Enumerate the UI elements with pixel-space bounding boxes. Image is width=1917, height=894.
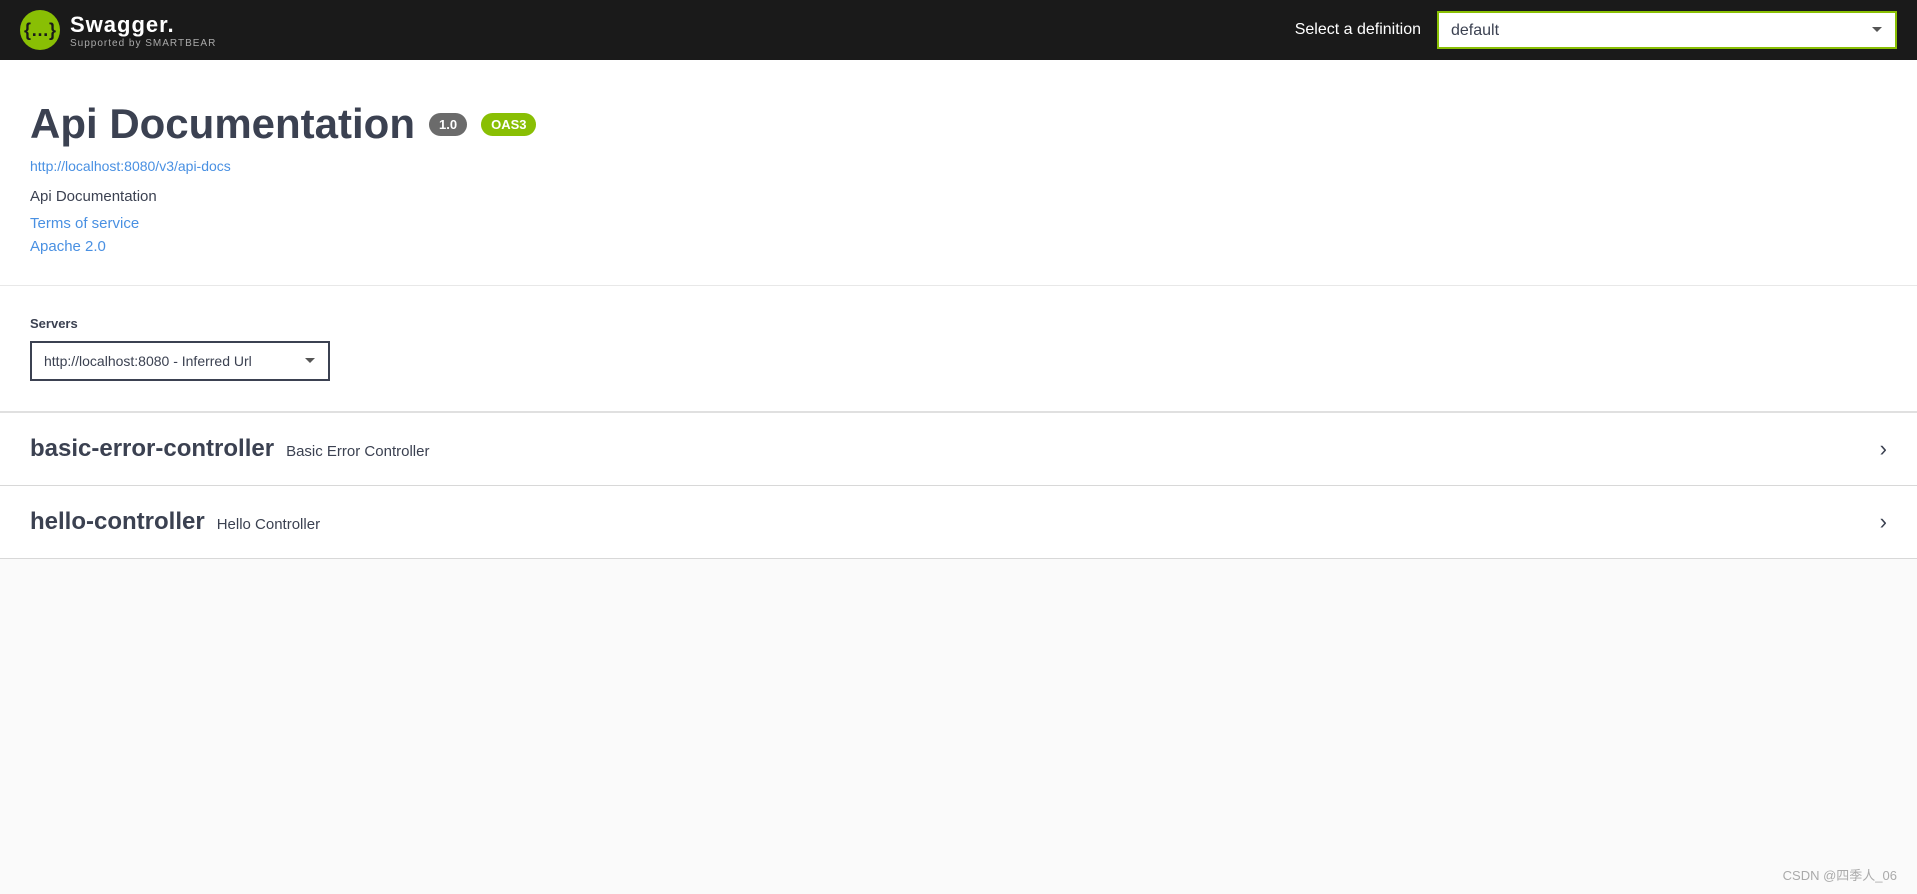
controller-name: basic-error-controller: [30, 435, 274, 463]
logo-text-block: Swagger. Supported by SMARTBEAR: [70, 12, 216, 49]
header: {…} Swagger. Supported by SMARTBEAR Sele…: [0, 0, 1917, 60]
api-url-link[interactable]: http://localhost:8080/v3/api-docs: [30, 158, 1887, 174]
license-link[interactable]: Apache 2.0: [30, 238, 1887, 255]
api-title: Api Documentation: [30, 100, 415, 148]
terms-of-service-link[interactable]: Terms of service: [30, 215, 1887, 232]
controller-item-hello[interactable]: hello-controller Hello Controller ›: [0, 486, 1917, 559]
controller-left-hello: hello-controller Hello Controller: [30, 508, 320, 536]
chevron-right-icon: ›: [1880, 436, 1887, 462]
chevron-right-icon-hello: ›: [1880, 509, 1887, 535]
watermark: CSDN @四季人_06: [1783, 865, 1897, 884]
select-definition-label: Select a definition: [1295, 21, 1421, 39]
controller-left: basic-error-controller Basic Error Contr…: [30, 435, 429, 463]
controller-description: Basic Error Controller: [286, 443, 429, 460]
logo-area: {…} Swagger. Supported by SMARTBEAR: [20, 10, 216, 50]
servers-section: Servers http://localhost:8080 - Inferred…: [0, 286, 1917, 413]
hello-controller-description: Hello Controller: [217, 516, 320, 533]
oas-badge: OAS3: [481, 113, 536, 136]
servers-select[interactable]: http://localhost:8080 - Inferred Url: [30, 341, 330, 381]
definition-select[interactable]: default: [1437, 11, 1897, 49]
hello-controller-name: hello-controller: [30, 508, 205, 536]
api-info-section: Api Documentation 1.0 OAS3 http://localh…: [0, 60, 1917, 286]
controller-item-basic-error[interactable]: basic-error-controller Basic Error Contr…: [0, 413, 1917, 486]
version-badge: 1.0: [429, 113, 467, 136]
controllers-section: basic-error-controller Basic Error Contr…: [0, 413, 1917, 559]
api-description: Api Documentation: [30, 188, 1887, 205]
servers-label: Servers: [30, 316, 1887, 331]
swagger-logo-icon: {…}: [20, 10, 60, 50]
swagger-name: Swagger.: [70, 12, 216, 38]
header-right: Select a definition default: [1295, 11, 1897, 49]
smartbear-label: Supported by SMARTBEAR: [70, 38, 216, 49]
api-title-row: Api Documentation 1.0 OAS3: [30, 100, 1887, 148]
